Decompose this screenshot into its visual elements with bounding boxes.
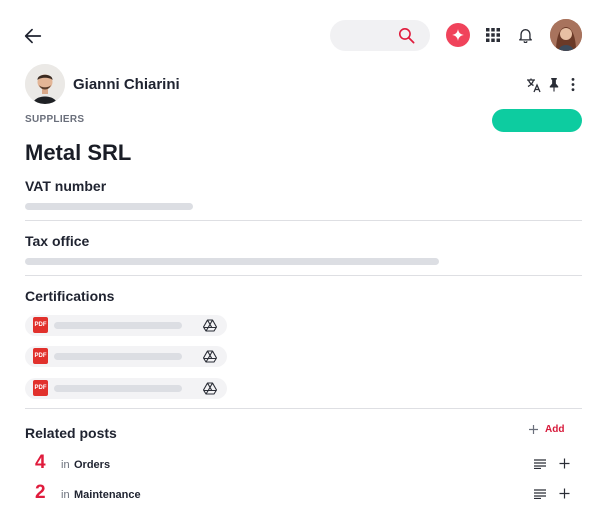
related-posts-label: Related posts <box>25 425 117 441</box>
avatar-image <box>550 19 582 51</box>
vat-number-value-placeholder <box>25 203 193 210</box>
plus-icon <box>529 425 538 434</box>
page-title: Metal SRL <box>25 140 132 165</box>
ai-assistant-button[interactable] <box>446 23 470 47</box>
plus-icon[interactable] <box>559 458 570 469</box>
lines-icon[interactable] <box>534 459 546 469</box>
plus-icon[interactable] <box>559 488 570 499</box>
author-avatar[interactable] <box>25 64 65 104</box>
user-avatar[interactable] <box>550 19 582 51</box>
pin-icon[interactable] <box>548 77 560 92</box>
author-avatar-image <box>25 64 65 104</box>
divider <box>25 220 582 221</box>
pdf-icon: PDF <box>33 317 48 333</box>
pdf-icon: PDF <box>33 348 48 364</box>
post-category[interactable]: SUPPLIERS <box>25 114 84 125</box>
certification-file[interactable]: PDF <box>25 315 227 336</box>
sparkle-icon <box>452 29 464 41</box>
google-drive-icon[interactable] <box>203 350 217 363</box>
certification-file[interactable]: PDF <box>25 378 227 399</box>
translate-icon[interactable] <box>526 77 542 93</box>
field-label-certifications: Certifications <box>25 288 115 304</box>
search-input[interactable] <box>330 20 430 51</box>
tax-office-value-placeholder <box>25 258 439 265</box>
related-post-count: 2 <box>35 482 46 503</box>
apps-grid-icon[interactable] <box>486 28 500 42</box>
lines-icon[interactable] <box>534 489 546 499</box>
google-drive-icon[interactable] <box>203 319 217 332</box>
pdf-icon: PDF <box>33 380 48 396</box>
related-post-row[interactable]: 2 in Maintenance <box>35 482 580 506</box>
add-label: Add <box>545 424 565 435</box>
field-label-tax-office: Tax office <box>25 233 90 249</box>
divider <box>25 408 582 409</box>
file-name-placeholder <box>54 385 182 392</box>
field-label-vat-number: VAT number <box>25 178 107 194</box>
more-vertical-icon[interactable] <box>568 77 578 92</box>
certification-file[interactable]: PDF <box>25 346 227 367</box>
bell-icon[interactable] <box>518 27 533 43</box>
related-post-count: 4 <box>35 452 46 473</box>
related-post-row[interactable]: 4 in Orders <box>35 452 580 476</box>
related-post-prefix: in <box>61 459 70 471</box>
divider <box>25 275 582 276</box>
related-post-name[interactable]: Orders <box>74 459 110 471</box>
file-name-placeholder <box>54 353 182 360</box>
google-drive-icon[interactable] <box>203 382 217 395</box>
related-post-name[interactable]: Maintenance <box>74 489 141 501</box>
file-name-placeholder <box>54 322 182 329</box>
status-badge[interactable] <box>492 109 582 132</box>
back-arrow-icon[interactable] <box>22 25 44 47</box>
search-icon[interactable] <box>397 26 416 45</box>
related-post-prefix: in <box>61 489 70 501</box>
author-name[interactable]: Gianni Chiarini <box>73 76 180 93</box>
add-related-post-button[interactable]: Add <box>528 424 564 435</box>
